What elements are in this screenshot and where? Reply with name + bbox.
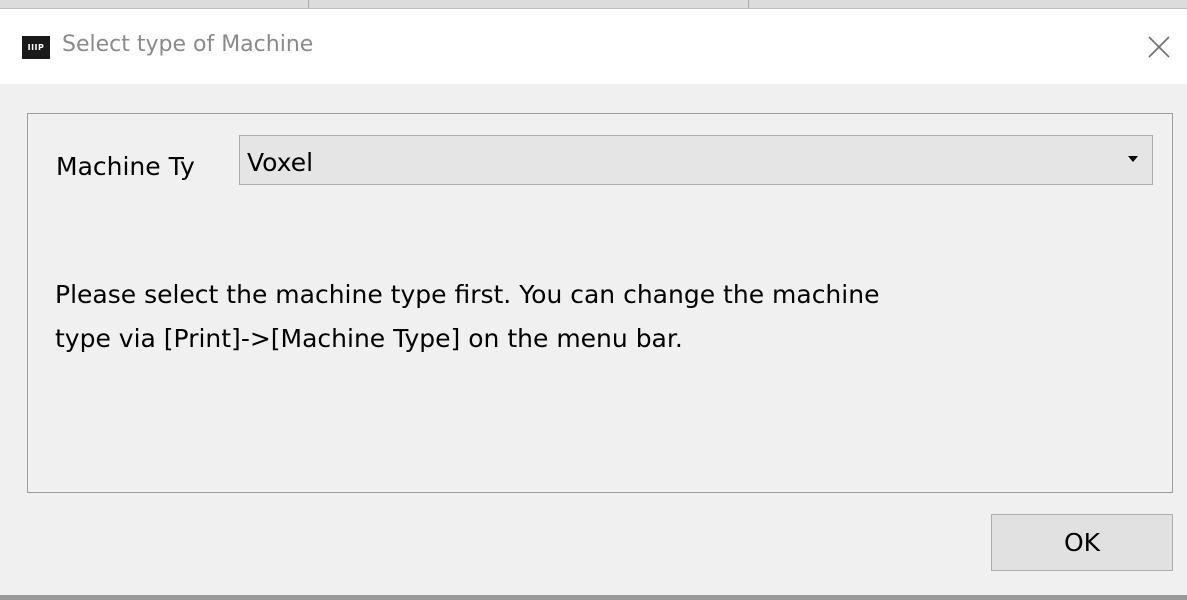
settings-group: Machine Ty Voxel Please select the machi… [27, 113, 1173, 493]
window-bottom-edge [0, 595, 1187, 600]
column-divider [308, 0, 309, 8]
chevron-down-icon[interactable] [1128, 156, 1138, 162]
ok-button[interactable]: OK [991, 514, 1173, 571]
column-divider [748, 0, 749, 8]
instruction-line-2: type via [Print]->[Machine Type] on the … [55, 324, 683, 353]
background-window-strip [0, 0, 1187, 9]
dialog-body: Machine Ty Voxel Please select the machi… [0, 84, 1187, 595]
app-logo-icon: IIIP [22, 36, 50, 59]
machine-type-selected-value: Voxel [247, 148, 314, 177]
instruction-line-1: Please select the machine type first. Yo… [55, 280, 880, 309]
close-icon [1148, 36, 1170, 58]
machine-type-select[interactable]: Voxel [239, 135, 1153, 185]
dialog-titlebar[interactable]: IIIP Select type of Machine [0, 9, 1187, 84]
instruction-message: Please select the machine type first. Yo… [55, 273, 1135, 361]
machine-type-label: Machine Ty [56, 152, 195, 181]
dialog-title: Select type of Machine [62, 32, 314, 57]
close-button[interactable] [1139, 27, 1179, 67]
